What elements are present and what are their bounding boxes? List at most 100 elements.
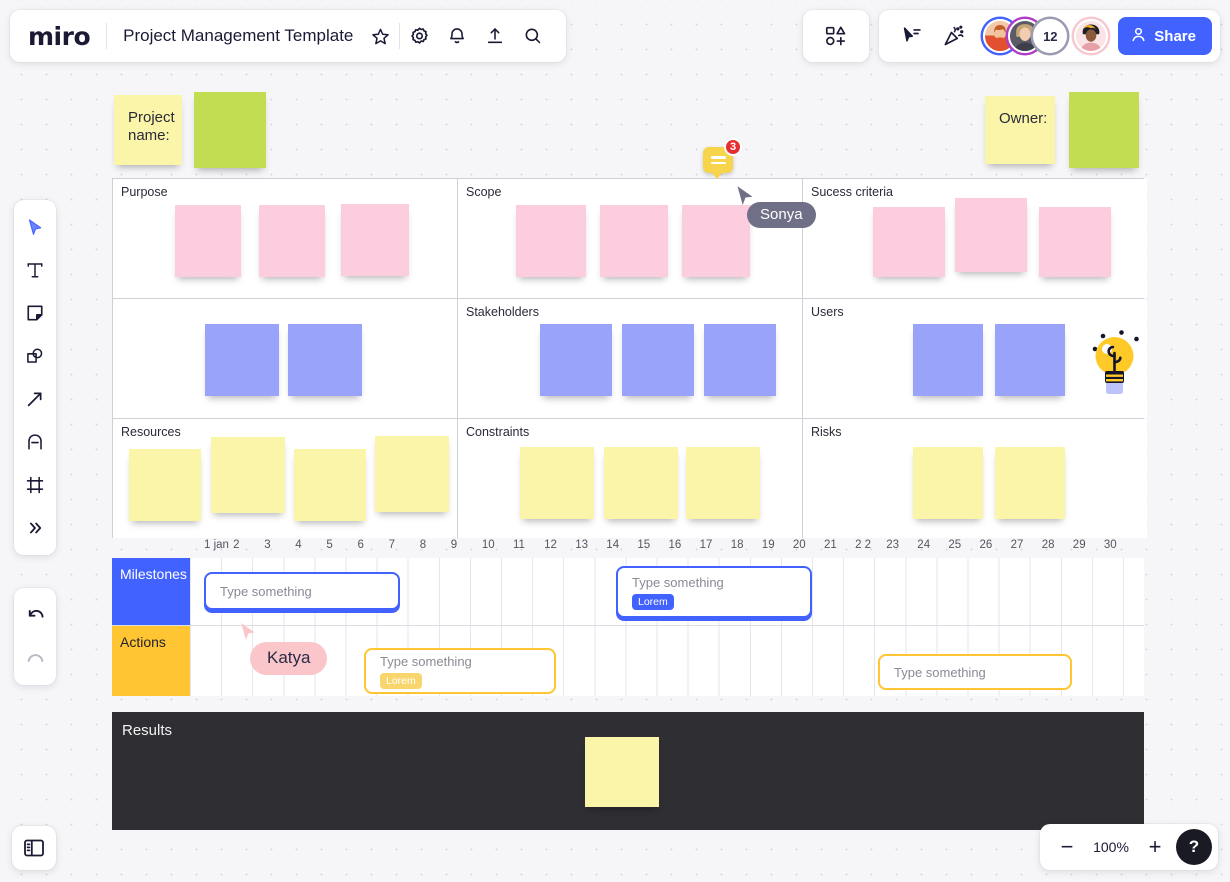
- section-sucess-criteria[interactable]: Sucess criteria: [803, 179, 1147, 298]
- sticky-note[interactable]: [704, 324, 776, 396]
- section-risks[interactable]: Risks: [803, 419, 1147, 538]
- results-title: Results: [122, 722, 173, 739]
- lightbulb-idea-icon: [1081, 323, 1143, 404]
- owner-sticky[interactable]: Owner:: [985, 96, 1055, 164]
- timeline-card[interactable]: Type something Lorem: [616, 566, 812, 618]
- undo-arrow-icon[interactable]: [17, 595, 53, 635]
- sticky-note[interactable]: [175, 205, 241, 277]
- section-title: Resources: [121, 425, 181, 439]
- results-frame[interactable]: Results: [112, 712, 1144, 830]
- share-button[interactable]: Share: [1118, 17, 1212, 55]
- sticky-note[interactable]: [259, 205, 325, 277]
- page-title[interactable]: Project Management Template: [107, 26, 361, 46]
- board-canvas[interactable]: miro Project Management Template 12 Shar…: [0, 0, 1230, 882]
- sticky-note[interactable]: [604, 447, 678, 519]
- comment-pin[interactable]: 3: [703, 138, 742, 179]
- sticky-note[interactable]: [341, 204, 409, 276]
- timeline-row-label[interactable]: Milestones: [112, 558, 190, 625]
- sticky-note[interactable]: [585, 737, 659, 807]
- sticky-note[interactable]: [995, 447, 1065, 519]
- timeline-tick: 4: [295, 539, 302, 551]
- section-title: Sucess criteria: [811, 185, 893, 199]
- sticky-note[interactable]: [955, 198, 1027, 272]
- miro-logo[interactable]: miro: [28, 22, 106, 51]
- apps-grid-icon[interactable]: [817, 17, 855, 55]
- shapes-tool[interactable]: [17, 336, 53, 376]
- history-toolbar: [14, 588, 56, 685]
- bell-icon[interactable]: [438, 17, 476, 55]
- section-stakeholders[interactable]: Stakeholders: [458, 299, 802, 418]
- share-button-label: Share: [1154, 27, 1196, 45]
- sticky-note[interactable]: [682, 205, 750, 277]
- sticky-note[interactable]: [520, 447, 594, 519]
- sticky-note[interactable]: [913, 324, 983, 396]
- sticky-note[interactable]: [375, 436, 449, 512]
- timeline-card[interactable]: Type something: [878, 654, 1072, 690]
- zoom-level-value[interactable]: 100%: [1088, 839, 1134, 855]
- sticky-note[interactable]: [516, 205, 586, 277]
- section-users[interactable]: Users: [803, 299, 1147, 418]
- sticky-note[interactable]: [622, 324, 694, 396]
- timeline-track[interactable]: Type something Type something Lorem: [190, 558, 1144, 625]
- sticky-note[interactable]: [686, 447, 760, 519]
- timeline-row-milestones: Milestones Type something Type something…: [112, 558, 1144, 626]
- project-name-sticky[interactable]: Project name:: [114, 95, 182, 165]
- timeline-row-label[interactable]: Actions: [112, 626, 190, 696]
- connection-line-tool[interactable]: [17, 379, 53, 419]
- section-purpose[interactable]: Purpose: [113, 179, 457, 298]
- timeline-track[interactable]: Type something Lorem Type something: [190, 626, 1144, 696]
- section-resources[interactable]: Resources: [113, 419, 457, 538]
- avatar[interactable]: [1074, 19, 1109, 53]
- sticky-note[interactable]: [540, 324, 612, 396]
- section-title: Risks: [811, 425, 842, 439]
- project-name-value-sticky[interactable]: [194, 92, 266, 168]
- frame-tool[interactable]: [17, 465, 53, 505]
- timeline-tick: 17: [699, 539, 713, 551]
- select-cursor-tool[interactable]: [17, 207, 53, 247]
- gear-icon[interactable]: [400, 17, 438, 55]
- sticky-note[interactable]: [873, 207, 945, 277]
- party-popper-icon[interactable]: [935, 17, 973, 55]
- board-grid: Purpose Scope Sucess criteria Stakeholde…: [112, 178, 1147, 538]
- sticky-note[interactable]: [913, 447, 983, 519]
- section-title: Scope: [466, 185, 502, 199]
- timeline-tick: 25: [948, 539, 962, 551]
- sticky-note[interactable]: [600, 205, 668, 277]
- upload-icon[interactable]: [476, 17, 514, 55]
- section-unlabeled[interactable]: [113, 299, 457, 525]
- owner-value-sticky[interactable]: [1069, 92, 1139, 168]
- timeline-tick: 20: [792, 539, 806, 551]
- sticky-note[interactable]: [995, 324, 1065, 396]
- timeline-card-tag: Lorem: [632, 593, 674, 610]
- sticky-note[interactable]: [211, 437, 285, 513]
- section-title: Purpose: [121, 185, 168, 199]
- redo-arrow-icon[interactable]: [17, 638, 53, 678]
- zoom-in-button[interactable]: +: [1142, 836, 1168, 858]
- pen-draw-icon[interactable]: [17, 422, 53, 462]
- comment-badge-count: 3: [724, 138, 742, 156]
- help-button[interactable]: ?: [1176, 829, 1212, 865]
- sticky-note-tool[interactable]: [17, 293, 53, 333]
- more-tools[interactable]: [17, 508, 53, 548]
- side-panel-toggle[interactable]: [12, 826, 56, 870]
- sticky-note[interactable]: [294, 449, 366, 521]
- timeline-card-placeholder: Type something: [894, 664, 986, 680]
- apps-panel: [803, 10, 870, 62]
- avatar-overflow-count[interactable]: 12: [1033, 19, 1068, 53]
- section-constraints[interactable]: Constraints: [458, 419, 802, 538]
- timeline-tick: 7: [388, 539, 395, 551]
- search-icon[interactable]: [514, 17, 552, 55]
- cursor-select-icon[interactable]: [893, 17, 931, 55]
- sticky-note[interactable]: [1039, 207, 1111, 277]
- star-icon[interactable]: [361, 17, 399, 55]
- text-tool[interactable]: [17, 250, 53, 290]
- sticky-note[interactable]: [205, 324, 279, 396]
- person-icon: [1130, 26, 1147, 47]
- sticky-note[interactable]: [129, 449, 201, 521]
- board-toolbar-left: miro Project Management Template: [10, 10, 567, 62]
- timeline-card[interactable]: Type something: [204, 572, 400, 610]
- zoom-out-button[interactable]: −: [1054, 836, 1080, 858]
- timeline-card[interactable]: Type something Lorem: [364, 648, 556, 694]
- timeline-card-placeholder: Type something: [220, 583, 312, 599]
- sticky-note[interactable]: [288, 324, 362, 396]
